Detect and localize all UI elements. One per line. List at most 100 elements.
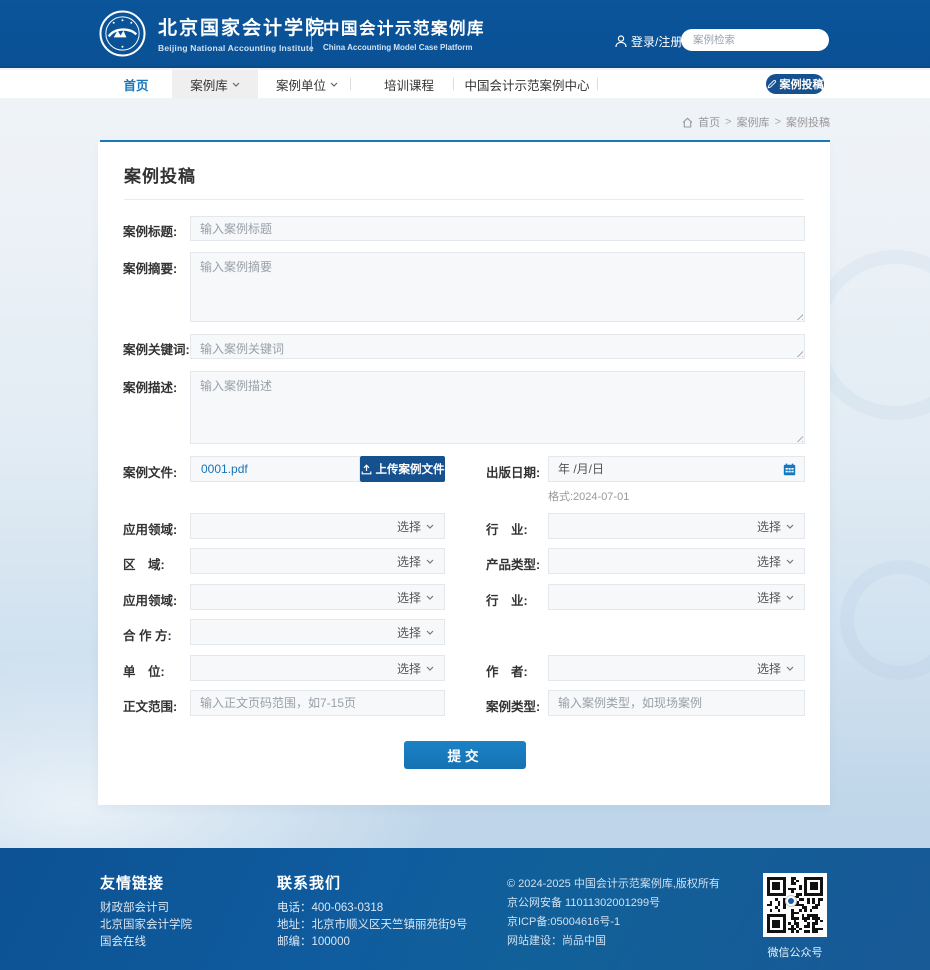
login-register-link[interactable]: 登录/注册 (615, 33, 682, 50)
upload-icon (361, 464, 372, 475)
friend-links-title: 友情链接 (100, 872, 164, 893)
nav-item-case-center[interactable]: 中国会计示范案例中心 (462, 70, 592, 98)
footer-link-mof[interactable]: 财政部会计司 (100, 899, 169, 915)
footer-link-online[interactable]: 国会在线 (100, 933, 146, 949)
nav-case-center-label: 中国会计示范案例中心 (464, 75, 589, 94)
case-title-input[interactable] (191, 217, 804, 240)
breadcrumb-separator: > (725, 116, 731, 128)
chevron-down-icon (232, 82, 240, 87)
chevron-down-icon (786, 595, 794, 600)
site-builder: 网站建设：尚品中国 (507, 932, 606, 948)
case-type-field-box (548, 690, 805, 716)
contact-phone: 电话：400-063-0318 (277, 899, 383, 915)
text-range-label: 正文范围: (123, 696, 177, 715)
nav-item-training[interactable]: 培训课程 (366, 70, 452, 98)
select-value: 选择 (397, 660, 421, 677)
industry-label: 行 业: (486, 519, 528, 538)
copyright-text: © 2024-2025 中国会计示范案例库,版权所有 (507, 875, 720, 891)
select-value: 选择 (397, 624, 421, 641)
author-select[interactable]: 选择 (548, 655, 805, 681)
breadcrumb-separator: > (775, 116, 781, 128)
application-field2-label: 应用领域: (123, 590, 177, 609)
text-range-input[interactable] (191, 691, 444, 715)
calendar-icon[interactable] (783, 463, 796, 476)
breadcrumb-home[interactable]: 首页 (698, 114, 720, 130)
partner-select[interactable]: 选择 (190, 619, 445, 645)
application-field-label: 应用领域: (123, 519, 177, 538)
footer-link-bnai[interactable]: 北京国家会计学院 (100, 916, 192, 932)
publish-date-input[interactable] (549, 457, 783, 481)
nav-item-home[interactable]: 首页 (108, 70, 164, 98)
nav-separator (453, 78, 454, 90)
chevron-down-icon (426, 666, 434, 671)
case-submission-card: 案例投稿 案例标题: 案例摘要: 案例关键词: 案例描述: 案例文件: 0001… (98, 142, 830, 805)
case-submit-nav-label: 案例投稿 (780, 76, 824, 92)
region-label: 区 域: (123, 554, 165, 573)
site-name: 中国会计示范案例库 (323, 15, 485, 39)
police-record[interactable]: 京公网安备 11011302001299号 (507, 894, 660, 910)
nav-case-units-label: 案例单位 (276, 75, 326, 94)
chevron-down-icon (786, 559, 794, 564)
industry-select[interactable]: 选择 (548, 513, 805, 539)
chevron-down-icon (426, 524, 434, 529)
phone-label: 电话： (277, 902, 312, 914)
icp-record[interactable]: 京ICP备:05004616号-1 (507, 913, 620, 929)
case-title-field-box (190, 216, 805, 241)
title-divider (124, 199, 804, 200)
zip-value: 100000 (312, 936, 350, 948)
breadcrumb-library[interactable]: 案例库 (737, 114, 770, 130)
builder-value[interactable]: 尚品中国 (562, 935, 606, 947)
select-value: 选择 (397, 589, 421, 606)
application-field-select[interactable]: 选择 (190, 513, 445, 539)
chevron-down-icon (330, 82, 338, 87)
header-divider (311, 16, 312, 52)
text-range-field-box (190, 690, 445, 716)
region-select[interactable]: 选择 (190, 548, 445, 574)
unit-select[interactable]: 选择 (190, 655, 445, 681)
address-value: 北京市顺义区天竺镇丽苑街9号 (312, 919, 468, 931)
case-title-label: 案例标题: (123, 221, 177, 240)
qr-center-logo (785, 895, 797, 907)
product-type-label: 产品类型: (486, 554, 540, 573)
nav-separator (597, 78, 598, 90)
case-type-input[interactable] (549, 691, 804, 715)
institute-logo-icon (99, 10, 146, 57)
select-value: 选择 (397, 518, 421, 535)
keywords-field-box (190, 334, 805, 359)
author-label: 作 者: (486, 661, 528, 680)
contact-zip: 邮编：100000 (277, 933, 350, 949)
nav-item-case-library[interactable]: 案例库 (172, 70, 258, 98)
abstract-field-box (190, 252, 805, 322)
login-register-label: 登录/注册 (631, 33, 682, 50)
page: 北京国家会计学院 Beijing National Accounting Ins… (0, 0, 930, 970)
publish-date-label: 出版日期: (486, 462, 540, 481)
application-field2-select[interactable]: 选择 (190, 584, 445, 610)
publish-date-field-box (548, 456, 805, 482)
abstract-textarea[interactable] (191, 253, 804, 321)
site-title-block: 中国会计示范案例库 China Accounting Model Case Pl… (323, 15, 485, 52)
upload-file-label: 上传案例文件 (376, 461, 445, 477)
product-type-select[interactable]: 选择 (548, 548, 805, 574)
industry2-select[interactable]: 选择 (548, 584, 805, 610)
qr-caption: 微信公众号 (757, 944, 833, 960)
description-textarea[interactable] (191, 372, 804, 443)
select-value: 选择 (757, 589, 781, 606)
nav-item-case-units[interactable]: 案例单位 (264, 70, 350, 98)
description-label: 案例描述: (123, 377, 177, 396)
upload-file-button[interactable]: 上传案例文件 (360, 456, 445, 482)
case-type-label: 案例类型: (486, 696, 540, 715)
nav-case-library-label: 案例库 (190, 75, 228, 94)
nav-separator (350, 78, 351, 90)
builder-label: 网站建设： (507, 935, 562, 947)
nav-training-label: 培训课程 (384, 75, 434, 94)
case-submit-nav-button[interactable]: 案例投稿 (766, 74, 824, 94)
chevron-down-icon (426, 630, 434, 635)
description-field-box (190, 371, 805, 444)
institute-title-block: 北京国家会计学院 Beijing National Accounting Ins… (158, 13, 326, 53)
keywords-textarea[interactable] (191, 335, 804, 358)
submit-button[interactable]: 提交 (404, 741, 526, 769)
zip-label: 邮编： (277, 936, 312, 948)
site-name-en: China Accounting Model Case Platform (323, 43, 485, 52)
industry2-label: 行 业: (486, 590, 528, 609)
search-input[interactable] (693, 34, 828, 46)
